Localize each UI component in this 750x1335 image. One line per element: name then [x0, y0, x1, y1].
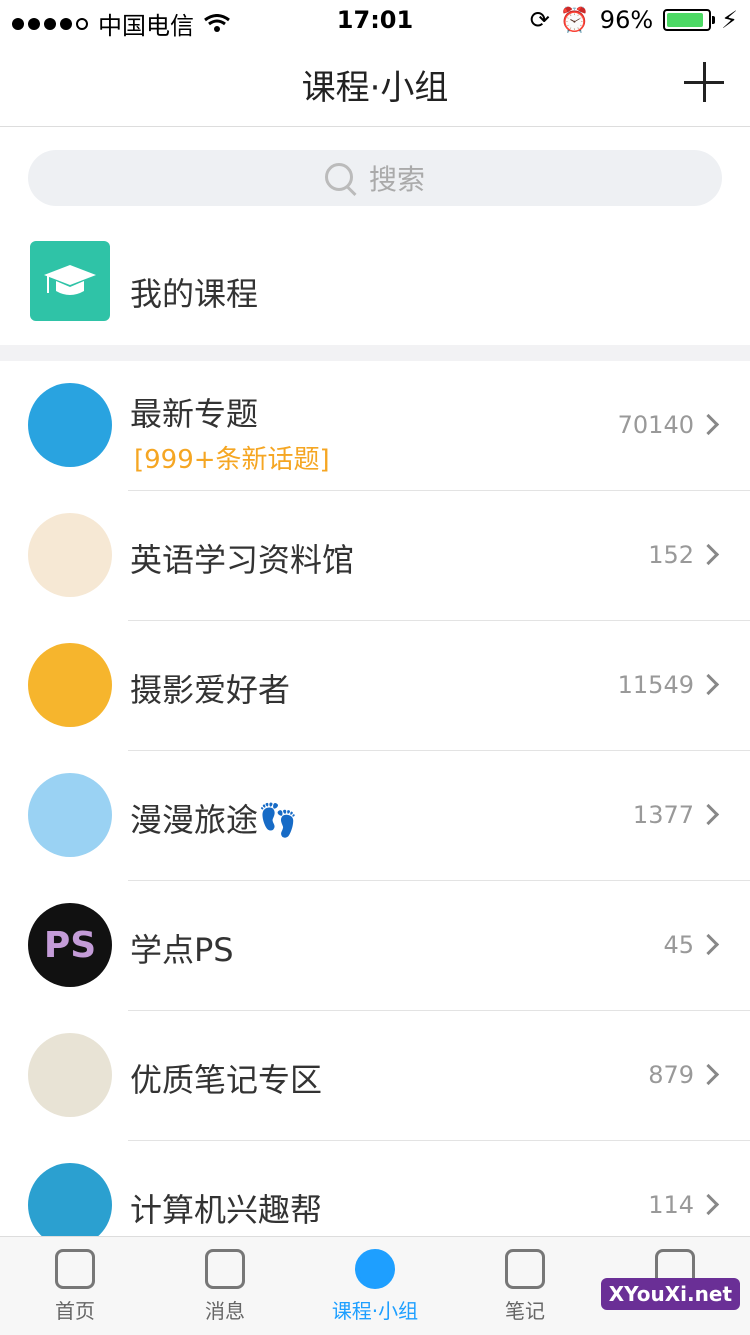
english-avatar-icon	[28, 513, 112, 597]
list-item[interactable]: 最新专题 [999+条新话题] 70140	[0, 361, 750, 491]
member-count: 70140	[617, 411, 694, 439]
member-count: 11549	[617, 671, 694, 699]
add-button[interactable]	[684, 62, 724, 102]
notebook-avatar-icon	[28, 1033, 112, 1117]
member-count: 1377	[632, 801, 694, 829]
tab-notes[interactable]: 笔记	[450, 1247, 600, 1333]
group-name: 学点PS	[130, 931, 234, 969]
list-item[interactable]: 优质笔记专区 879	[0, 1011, 750, 1141]
charging-icon: ⚡	[721, 6, 738, 34]
person-icon	[355, 1249, 395, 1289]
ship-avatar-icon	[28, 773, 112, 857]
note-edit-icon	[505, 1249, 545, 1289]
my-course-entry[interactable]: 我的课程	[0, 225, 750, 345]
chevron-right-icon	[697, 933, 720, 956]
my-course-label: 我的课程	[130, 275, 259, 313]
owl-avatar-icon	[28, 383, 112, 467]
tab-label: 消息	[205, 1299, 245, 1323]
chevron-right-icon	[697, 413, 720, 436]
alarm-icon: ⏰	[559, 6, 590, 34]
orientation-lock-icon: ⟳	[529, 6, 550, 34]
member-count: 114	[648, 1191, 694, 1219]
watermark-logo: XYouXi.net	[600, 1278, 740, 1310]
home-icon	[55, 1249, 95, 1289]
tab-label: 课程·小组	[331, 1299, 419, 1323]
graduation-cap-icon	[30, 241, 110, 321]
tab-label: 笔记	[505, 1299, 545, 1323]
section-divider	[0, 345, 750, 361]
chat-bubble-icon	[205, 1249, 245, 1289]
group-name: 漫漫旅途👣	[130, 801, 298, 839]
status-bar: 中国电信 17:01 ⟳ ⏰ 96% ⚡	[0, 0, 750, 40]
tab-home[interactable]: 首页	[0, 1247, 150, 1333]
ps-avatar-icon: PS	[28, 903, 112, 987]
tab-messages[interactable]: 消息	[150, 1247, 300, 1333]
navigation-bar: 课程·小组	[0, 40, 750, 127]
group-list: 最新专题 [999+条新话题] 70140 英语学习资料馆 152 摄影爱好者 …	[0, 361, 750, 1271]
battery-percentage: 96%	[599, 6, 654, 34]
search-bar[interactable]: 搜索	[28, 150, 722, 206]
member-count: 879	[648, 1061, 694, 1089]
new-topics-badge: [999+条新话题]	[134, 445, 330, 475]
battery-icon	[663, 9, 716, 31]
chevron-right-icon	[697, 803, 720, 826]
list-item[interactable]: 漫漫旅途👣 1377	[0, 751, 750, 881]
list-item[interactable]: 英语学习资料馆 152	[0, 491, 750, 621]
chevron-right-icon	[697, 1193, 720, 1216]
group-name: 计算机兴趣帮	[130, 1191, 323, 1229]
chevron-right-icon	[697, 543, 720, 566]
member-count: 152	[648, 541, 694, 569]
tab-courses-groups[interactable]: 课程·小组	[300, 1247, 450, 1333]
group-name: 优质笔记专区	[130, 1061, 323, 1099]
member-count: 45	[663, 931, 694, 959]
search-placeholder: 搜索	[368, 163, 425, 196]
group-name: 最新专题	[130, 395, 259, 433]
tab-label: 首页	[55, 1299, 95, 1323]
search-icon	[324, 163, 355, 193]
list-item[interactable]: 摄影爱好者 11549	[0, 621, 750, 751]
chevron-right-icon	[697, 673, 720, 696]
chevron-right-icon	[697, 1063, 720, 1086]
list-item[interactable]: PS 学点PS 45	[0, 881, 750, 1011]
camera-avatar-icon	[28, 643, 112, 727]
group-name: 英语学习资料馆	[130, 541, 355, 579]
group-name: 摄影爱好者	[130, 671, 291, 709]
page-title: 课程·小组	[301, 68, 449, 108]
computer-avatar-icon	[28, 1163, 112, 1247]
